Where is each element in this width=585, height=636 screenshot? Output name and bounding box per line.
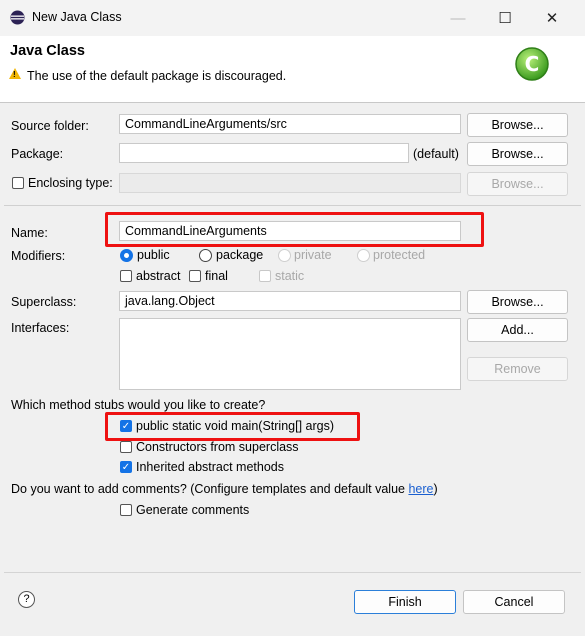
comments-question: Do you want to add comments? (Configure … [11, 482, 438, 496]
protected-radio [357, 249, 370, 262]
package-default-label: (default) [413, 147, 459, 161]
window-title: New Java Class [32, 10, 122, 24]
public-label: public [137, 248, 170, 262]
remove-interface-button: Remove [467, 357, 568, 381]
enclosing-type-label: Enclosing type: [28, 176, 113, 190]
name-label: Name: [11, 226, 48, 240]
maximize-button[interactable]: ☐ [482, 0, 528, 36]
wizard-title: Java Class [10, 43, 85, 59]
protected-label: protected [373, 248, 426, 262]
generate-comments-label: Generate comments [136, 503, 250, 517]
package-radio-label: package [216, 248, 264, 262]
constructors-label: Constructors from superclass [136, 440, 299, 454]
source-folder-browse-button[interactable]: Browse... [467, 113, 568, 137]
help-icon[interactable]: ? [18, 591, 35, 608]
name-highlight [105, 212, 484, 247]
enclosing-type-browse-button: Browse... [467, 172, 568, 196]
interfaces-label: Interfaces: [11, 321, 70, 335]
constructors-checkbox[interactable] [120, 441, 132, 453]
modifiers-label: Modifiers: [11, 249, 66, 263]
stubs-question: Which method stubs would you like to cre… [11, 398, 266, 412]
inherited-methods-label: Inherited abstract methods [136, 460, 284, 474]
new-class-icon: C [514, 46, 550, 82]
warning-message: The use of the default package is discou… [27, 69, 287, 83]
superclass-field[interactable]: java.lang.Object [119, 291, 461, 311]
final-checkbox[interactable] [189, 270, 201, 282]
public-radio[interactable] [120, 249, 133, 262]
finish-button[interactable]: Finish [354, 590, 456, 614]
generate-comments-checkbox[interactable] [120, 504, 132, 516]
inherited-methods-checkbox[interactable]: ✓ [120, 461, 132, 473]
minimize-button[interactable]: — [435, 0, 481, 36]
close-button[interactable]: ✕ [529, 0, 575, 36]
source-folder-field[interactable]: CommandLineArguments/src [119, 114, 461, 134]
interfaces-list[interactable] [119, 318, 461, 390]
private-label: private [294, 248, 332, 262]
section-divider [4, 205, 581, 206]
superclass-label: Superclass: [11, 295, 77, 309]
eclipse-icon [10, 10, 25, 25]
private-radio [278, 249, 291, 262]
superclass-browse-button[interactable]: Browse... [467, 290, 568, 314]
enclosing-type-checkbox[interactable] [12, 177, 24, 189]
package-field[interactable] [119, 143, 409, 163]
static-label: static [275, 269, 305, 283]
source-folder-label: Source folder: [11, 119, 89, 133]
abstract-label: abstract [136, 269, 181, 283]
package-browse-button[interactable]: Browse... [467, 142, 568, 166]
templates-link[interactable]: here [408, 482, 433, 496]
package-label: Package: [11, 147, 64, 161]
enclosing-type-field [119, 173, 461, 193]
main-method-highlight [105, 412, 360, 441]
final-label: final [205, 269, 228, 283]
svg-text:C: C [525, 52, 540, 76]
header-divider [0, 102, 585, 103]
add-interface-button[interactable]: Add... [467, 318, 568, 342]
static-checkbox [259, 270, 271, 282]
abstract-checkbox[interactable] [120, 270, 132, 282]
cancel-button[interactable]: Cancel [463, 590, 565, 614]
footer-divider [4, 572, 581, 573]
package-radio[interactable] [199, 249, 212, 262]
title-bar: New Java Class — ☐ ✕ [0, 0, 585, 36]
